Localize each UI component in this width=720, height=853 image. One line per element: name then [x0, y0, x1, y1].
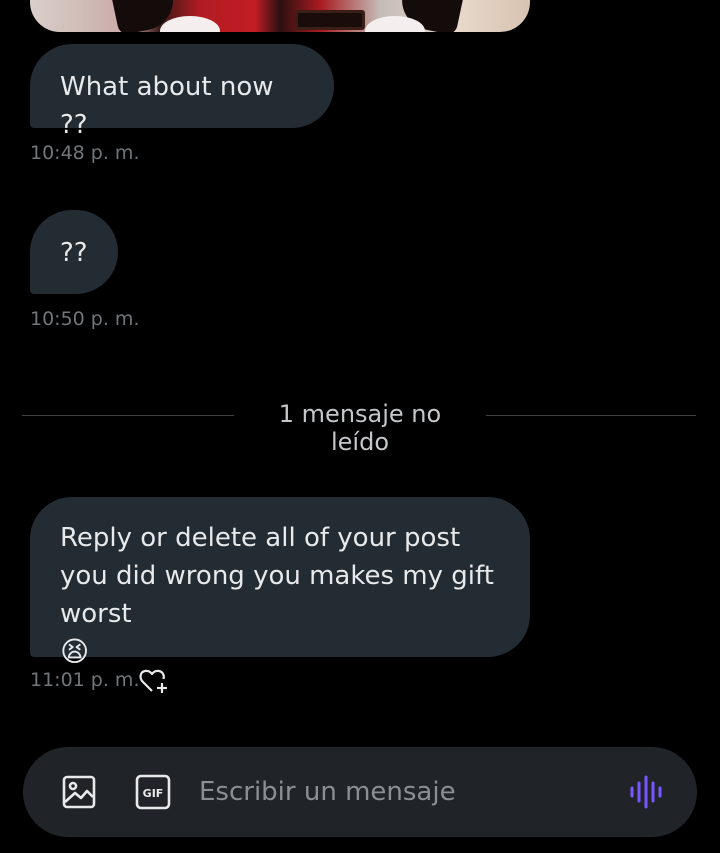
message-text: Reply or delete all of your post you did… — [60, 523, 494, 629]
gif-icon[interactable]: GIF — [135, 774, 171, 810]
image-icon[interactable] — [61, 774, 97, 810]
message-text: ?? — [60, 238, 88, 268]
message-input[interactable] — [199, 767, 619, 817]
image-message[interactable] — [30, 0, 530, 32]
svg-text:GIF: GIF — [143, 787, 164, 800]
unread-divider-label: 1 mensaje no leído — [278, 400, 442, 456]
message-bubble[interactable]: Reply or delete all of your post you did… — [30, 497, 530, 668]
divider-line — [486, 415, 696, 416]
message-composer: GIF — [23, 747, 697, 837]
message-timestamp: 11:01 p. m. — [30, 669, 140, 691]
message-timestamp: 10:50 p. m. — [30, 308, 140, 330]
message-bubble[interactable]: ?? — [30, 210, 118, 294]
divider-line — [22, 415, 234, 416]
message-bubble[interactable]: What about now ?? — [30, 44, 334, 140]
message-emoji: 😫 — [60, 635, 90, 668]
heart-plus-icon[interactable] — [138, 666, 170, 696]
message-text: What about now ?? — [60, 72, 274, 140]
voice-wave-icon[interactable] — [629, 774, 665, 810]
message-timestamp: 10:48 p. m. — [30, 142, 140, 164]
